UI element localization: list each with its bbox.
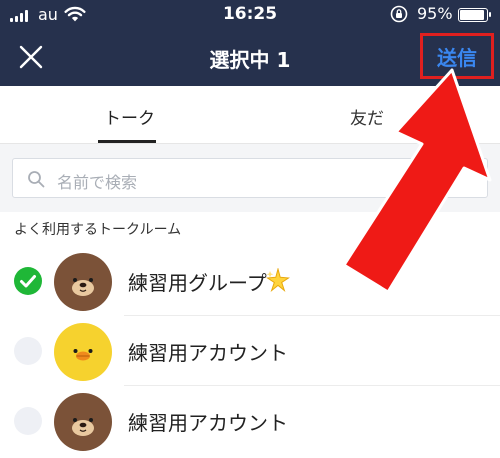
status-bar: au 16:25 95% <box>0 0 500 30</box>
brown-bear-avatar <box>54 253 112 311</box>
room-name: 練習用アカウント <box>128 411 288 435</box>
send-button[interactable]: 送信 <box>420 33 494 79</box>
checkbox-checked[interactable] <box>14 267 42 295</box>
brown-bear-avatar <box>54 393 112 451</box>
sally-chick-avatar <box>54 323 112 381</box>
battery-icon <box>458 8 491 22</box>
battery-fill <box>460 10 484 20</box>
search-placeholder: 名前で検索 <box>57 173 138 192</box>
room-name: 練習用アカウント <box>128 341 288 365</box>
room-name: 練習用グループ <box>128 271 267 295</box>
header: au 16:25 95% 選択中 1 送信 <box>0 0 500 86</box>
tab-bar: トーク 友だ <box>0 86 500 144</box>
search-input[interactable]: 名前で検索 <box>12 158 488 198</box>
check-icon <box>20 275 36 288</box>
search-icon <box>28 171 45 188</box>
active-tab-indicator <box>98 140 156 143</box>
nav-bar: 選択中 1 送信 <box>0 30 500 86</box>
section-title: よく利用するトークルーム <box>14 222 182 238</box>
rotation-lock-icon <box>390 5 408 23</box>
checkbox-unchecked[interactable] <box>14 337 42 365</box>
checkbox-unchecked[interactable] <box>14 407 42 435</box>
search-area: 名前で検索 <box>0 144 500 212</box>
list-item[interactable]: 練習用アカウント <box>0 386 500 456</box>
battery-percent: 95% <box>417 4 453 23</box>
tab-friends[interactable]: 友だ <box>350 104 384 129</box>
list-item[interactable]: 練習用アカウント <box>0 316 500 386</box>
list-item[interactable]: 練習用グループ <box>0 246 500 316</box>
sparkle-icon <box>266 268 290 292</box>
tab-talk[interactable]: トーク <box>104 104 155 129</box>
